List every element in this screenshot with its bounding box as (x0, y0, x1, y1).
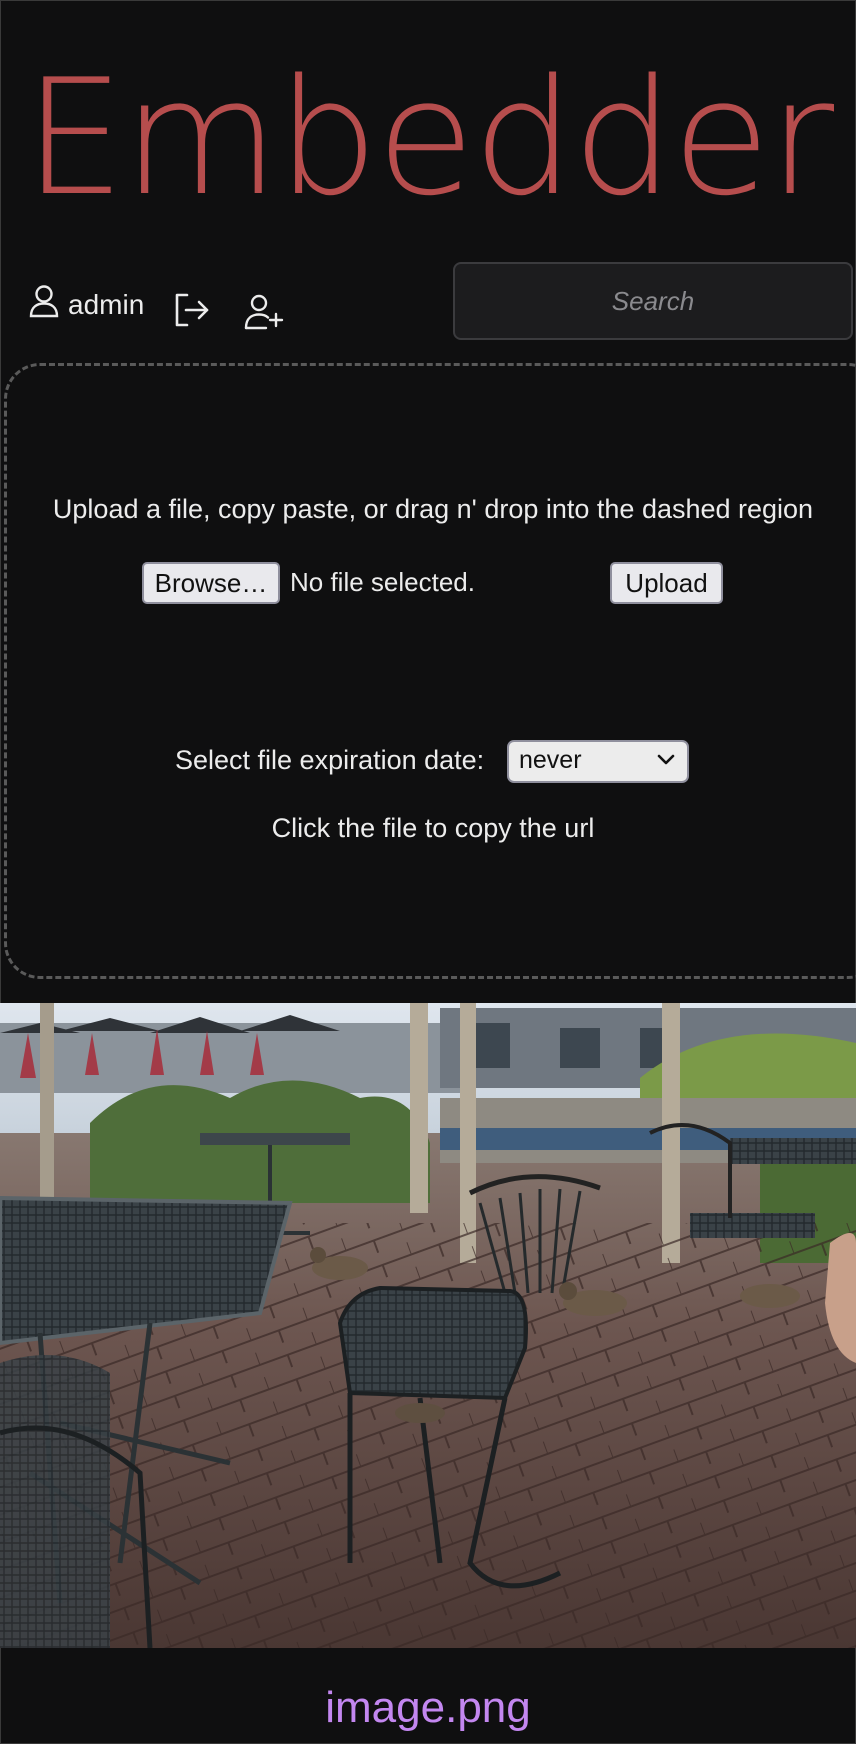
user-info: admin (28, 284, 144, 325)
upload-button[interactable]: Upload (610, 562, 723, 604)
patio-photo (0, 1003, 856, 1648)
app-title: Embedder (23, 44, 834, 231)
browse-button[interactable]: Browse… (142, 562, 280, 604)
user-icon (28, 284, 60, 325)
upload-instructions: Upload a file, copy paste, or drag n' dr… (52, 494, 814, 524)
search-input[interactable] (453, 262, 853, 340)
upload-dropzone[interactable] (4, 363, 856, 979)
file-name-link[interactable]: image.png (0, 1683, 856, 1733)
logout-icon[interactable] (174, 292, 210, 328)
file-thumbnail[interactable] (0, 1003, 856, 1648)
add-user-icon[interactable] (244, 294, 284, 330)
expiration-select[interactable]: never (507, 740, 689, 783)
username: admin (68, 288, 145, 320)
file-status: No file selected. (290, 567, 475, 597)
chevron-down-icon (657, 754, 675, 765)
copy-hint: Click the file to copy the url (271, 813, 595, 843)
expiration-label: Select file expiration date: (175, 745, 485, 775)
expiration-value: never (519, 746, 582, 774)
